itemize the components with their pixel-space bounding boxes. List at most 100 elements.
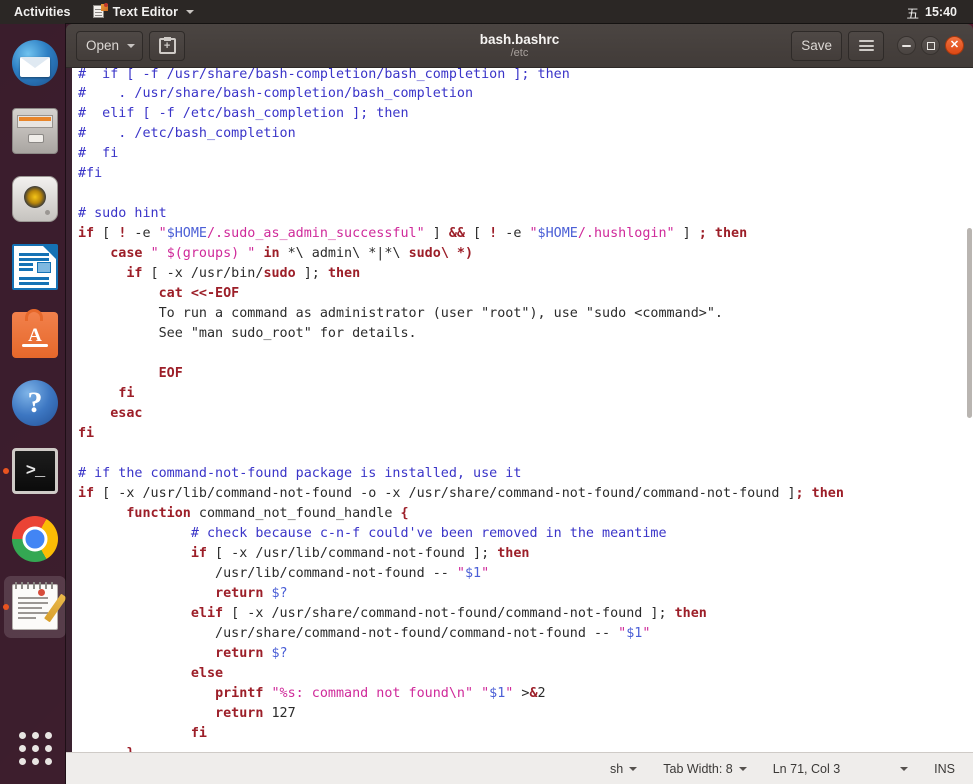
running-indicator bbox=[3, 468, 9, 474]
dock-item-help[interactable]: ? bbox=[4, 372, 66, 434]
apps-grid-icon bbox=[18, 731, 52, 765]
code-line: /usr/share/command-not-found/command-not… bbox=[78, 626, 651, 641]
close-icon: ✕ bbox=[949, 39, 960, 51]
code-line: if [ -x /usr/lib/command-not-found -o -x… bbox=[78, 486, 844, 501]
text-editor-icon bbox=[92, 3, 108, 19]
cursor-position-label: Ln 71, Col 3 bbox=[772, 761, 841, 776]
tab-width-selector[interactable]: Tab Width: 8 bbox=[663, 761, 747, 776]
chevron-down-icon bbox=[629, 766, 638, 771]
insert-mode-indicator[interactable]: INS bbox=[934, 762, 955, 776]
language-selector[interactable]: sh bbox=[610, 761, 638, 776]
scrollbar-thumb[interactable] bbox=[967, 228, 972, 418]
tab-width-label: Tab Width: 8 bbox=[663, 761, 733, 776]
text-editor-icon bbox=[12, 582, 67, 630]
insert-mode-label: INS bbox=[934, 761, 955, 776]
chevron-down-icon bbox=[186, 10, 195, 14]
maximize-button[interactable] bbox=[921, 36, 940, 55]
app-menu-label: Text Editor bbox=[112, 5, 179, 19]
help-icon: ? bbox=[12, 380, 58, 426]
code-line: return 127 bbox=[215, 706, 296, 721]
code-line: if [ -x /usr/lib/command-not-found ]; th… bbox=[190, 546, 530, 561]
close-button[interactable]: ✕ bbox=[945, 36, 964, 55]
code-line: To run a command as administrator (user … bbox=[78, 306, 723, 321]
dock-item-terminal[interactable]: >_ bbox=[3, 440, 66, 502]
editor-area: # if [ -f /usr/share/bash-completion/bas… bbox=[66, 68, 973, 752]
code-line: # elif [ -f /etc/bash_completion ]; then bbox=[78, 106, 409, 121]
dock-item-text-editor[interactable] bbox=[3, 576, 67, 638]
activities-button[interactable]: Activities bbox=[14, 5, 71, 19]
open-button-label: Open bbox=[86, 38, 120, 53]
code-line: fi bbox=[118, 386, 135, 401]
gnome-top-bar: Activities Text Editor 五 15:40 bbox=[0, 0, 973, 24]
dock-item-thunderbird[interactable] bbox=[4, 32, 66, 94]
code-line: # . /etc/bash_completion bbox=[78, 126, 296, 141]
dock-item-ubuntu-software[interactable]: A bbox=[4, 304, 66, 366]
dock-item-files[interactable] bbox=[4, 100, 66, 162]
code-line: # check because c-n-f could've been remo… bbox=[190, 526, 667, 541]
terminal-icon: >_ bbox=[12, 448, 58, 494]
code-line: printf "%s: command not found\n" "$1" >&… bbox=[215, 686, 546, 701]
code-line: if [ ! -e "$HOME/.sudo_as_admin_successf… bbox=[78, 226, 748, 241]
language-label: sh bbox=[610, 761, 624, 776]
dock-item-libreoffice-writer[interactable] bbox=[4, 236, 66, 298]
code-line: case " $(groups) " in *\ admin\ *|*\ sud… bbox=[110, 246, 474, 261]
code-line: return $? bbox=[215, 586, 288, 601]
thunderbird-icon bbox=[12, 40, 58, 86]
save-button-label: Save bbox=[801, 38, 832, 53]
code-line: # if [ -f /usr/share/bash-completion/bas… bbox=[78, 68, 570, 82]
hamburger-menu-button[interactable] bbox=[848, 30, 884, 61]
code-line: esac bbox=[110, 406, 143, 421]
minimize-icon bbox=[902, 44, 911, 47]
save-as-button[interactable] bbox=[149, 30, 186, 61]
desktop-screen: Activities Text Editor 五 15:40 A ? >_ Op… bbox=[0, 0, 973, 784]
chevron-down-icon bbox=[127, 43, 136, 48]
ubuntu-dock: A ? >_ bbox=[0, 24, 70, 784]
code-line: # if the command-not-found package is in… bbox=[78, 466, 522, 481]
running-indicator bbox=[3, 604, 9, 610]
code-line: return $? bbox=[215, 646, 288, 661]
code-line: See "man sudo_root" for details. bbox=[78, 326, 417, 341]
chevron-down-icon bbox=[738, 766, 747, 771]
libreoffice-writer-icon bbox=[12, 244, 58, 290]
clock-weekday: 五 bbox=[906, 6, 920, 21]
save-button[interactable]: Save bbox=[791, 30, 842, 61]
document-path: /etc bbox=[510, 47, 529, 59]
chevron-down-icon bbox=[900, 766, 909, 771]
code-line: fi bbox=[78, 426, 95, 441]
code-text-area[interactable]: # if [ -f /usr/share/bash-completion/bas… bbox=[72, 68, 973, 752]
status-bar: sh Tab Width: 8 Ln 71, Col 3 INS https:/… bbox=[66, 752, 973, 784]
window-controls: ✕ bbox=[897, 36, 964, 55]
code-line: fi bbox=[190, 726, 207, 741]
app-menu-button[interactable]: Text Editor bbox=[92, 3, 195, 19]
hamburger-menu-icon bbox=[858, 40, 874, 51]
document-title: bash.bashrc bbox=[479, 32, 560, 47]
minimize-button[interactable] bbox=[897, 36, 916, 55]
maximize-icon bbox=[926, 41, 935, 50]
text-editor-window: Open bash.bashrc /etc Save bbox=[66, 24, 973, 784]
code-line: cat <<-EOF bbox=[158, 286, 240, 301]
dock-item-chrome[interactable] bbox=[4, 508, 66, 570]
ubuntu-software-icon: A bbox=[12, 309, 58, 358]
cursor-position-selector[interactable]: Ln 71, Col 3 bbox=[772, 761, 909, 776]
show-applications-button[interactable] bbox=[0, 720, 70, 776]
code-line: # fi bbox=[78, 146, 119, 161]
code-line: function command_not_found_handle { bbox=[126, 506, 409, 521]
open-button[interactable]: Open bbox=[76, 30, 144, 61]
code-line: /usr/lib/command-not-found -- "$1" bbox=[78, 566, 490, 581]
code-line: # sudo hint bbox=[78, 206, 167, 221]
code-line: } bbox=[78, 744, 973, 752]
code-line: # . /usr/share/bash-completion/bash_comp… bbox=[78, 86, 474, 101]
header-right-controls: Save ✕ bbox=[791, 30, 973, 61]
rhythmbox-icon bbox=[12, 176, 58, 222]
files-icon bbox=[12, 108, 58, 154]
code-line: else bbox=[190, 666, 224, 681]
vertical-scrollbar[interactable] bbox=[966, 68, 973, 752]
chrome-icon bbox=[12, 516, 58, 562]
clock-button[interactable]: 五 15:40 bbox=[907, 0, 958, 24]
window-header-bar: Open bash.bashrc /etc Save bbox=[66, 24, 973, 68]
code-line: EOF bbox=[158, 366, 183, 381]
dock-item-rhythmbox[interactable] bbox=[4, 168, 66, 230]
